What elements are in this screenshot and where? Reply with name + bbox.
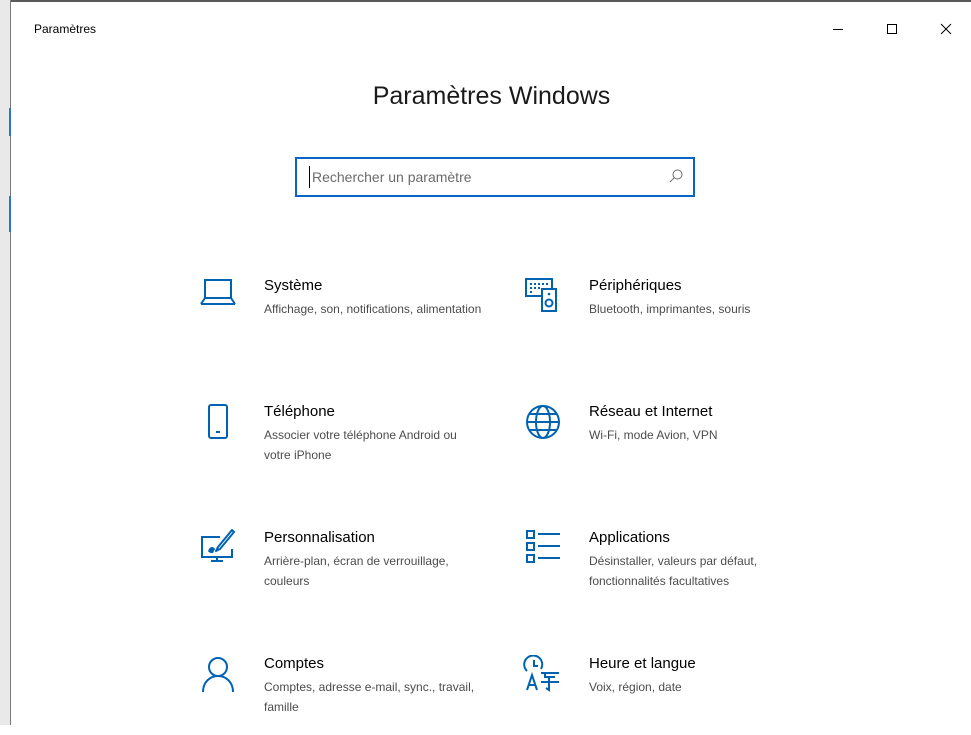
category-description: Wi-Fi, mode Avion, VPN [589, 428, 718, 442]
category-name: Téléphone [264, 403, 335, 420]
category-peripheriques[interactable]: Périphériques Bluetooth, imprimantes, so… [523, 277, 813, 357]
search-input[interactable] [309, 166, 652, 188]
maximize-button[interactable] [869, 12, 915, 46]
window-title: Paramètres [34, 22, 97, 36]
category-name: Réseau et Internet [589, 403, 713, 420]
title-bar[interactable]: Paramètres [12, 2, 971, 46]
devices-icon [523, 277, 563, 317]
category-description: Voix, région, date [589, 680, 682, 694]
category-name: Périphériques [589, 277, 682, 294]
settings-window: Paramètres Paramètres Windows Rechercher… [12, 2, 971, 725]
category-comptes[interactable]: Comptes Comptes, adresse e-mail, sync., … [198, 655, 488, 735]
category-description: Désinstaller, valeurs par défaut, foncti… [589, 554, 758, 588]
minimize-icon [833, 29, 843, 30]
category-telephone[interactable]: Téléphone Associer votre téléphone Andro… [198, 403, 488, 483]
category-description: Bluetooth, imprimantes, souris [589, 302, 751, 316]
person-icon [198, 655, 238, 695]
background-accent-mark [9, 108, 11, 136]
category-personnalisation[interactable]: Personnalisation Arrière-plan, écran de … [198, 529, 488, 609]
background-window-edge [0, 0, 11, 725]
category-heure-langue[interactable]: Heure et langue Voix, région, date [523, 655, 813, 735]
laptop-icon [198, 277, 238, 317]
time-language-icon [523, 655, 563, 695]
screen: Paramètres Paramètres Windows Rechercher… [0, 0, 971, 725]
minimize-button[interactable] [815, 12, 861, 46]
close-icon [940, 23, 952, 35]
category-name: Applications [589, 529, 670, 546]
category-name: Comptes [264, 655, 325, 672]
category-name: Personnalisation [264, 529, 375, 546]
category-systeme[interactable]: Système Affichage, son, notifications, a… [198, 277, 488, 357]
search-icon[interactable] [669, 169, 683, 183]
close-button[interactable] [923, 12, 969, 46]
page-title: Paramètres Windows [372, 82, 611, 110]
search-box[interactable] [295, 157, 695, 197]
category-description: Arrière-plan, écran de verrouillage, cou… [264, 554, 449, 588]
category-reseau[interactable]: Réseau et Internet Wi-Fi, mode Avion, VP… [523, 403, 813, 483]
category-description: Associer votre téléphone Android ou votr… [264, 428, 457, 462]
personalization-icon [198, 529, 238, 569]
category-description: Comptes, adresse e-mail, sync., travail,… [264, 680, 475, 714]
globe-icon [523, 403, 563, 443]
category-applications[interactable]: Applications Désinstaller, valeurs par d… [523, 529, 813, 609]
phone-icon [198, 403, 238, 443]
category-name: Heure et langue [589, 655, 696, 672]
apps-list-icon [523, 529, 563, 569]
maximize-icon [887, 24, 897, 34]
category-name: Système [264, 277, 323, 294]
background-accent-mark [9, 196, 11, 232]
category-description: Affichage, son, notifications, alimentat… [264, 302, 482, 316]
